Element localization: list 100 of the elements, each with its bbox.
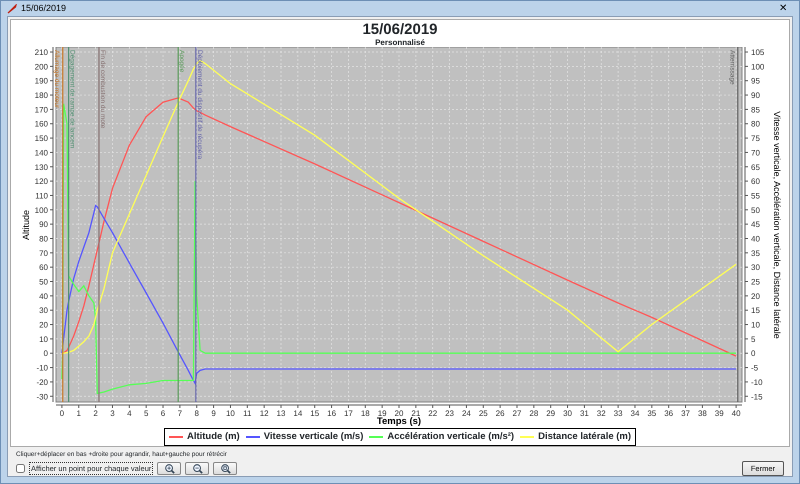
tick-label: 10 xyxy=(751,320,760,330)
tick-label: 5 xyxy=(144,409,148,418)
tick-label: 10 xyxy=(226,409,235,418)
tick-label: 20 xyxy=(39,320,48,330)
tick-label: 70 xyxy=(39,248,48,258)
tick-label: 11 xyxy=(243,409,252,418)
tick-label: -5 xyxy=(751,364,758,373)
chart-subtitle: Personnalisé xyxy=(375,38,425,47)
tick-label: 28 xyxy=(529,409,538,418)
tick-label: -30 xyxy=(36,392,48,402)
tick-label: 170 xyxy=(34,105,48,114)
legend-label: Accélération verticale (m/s²) xyxy=(387,430,514,444)
tick-label: 0 xyxy=(44,349,48,358)
tick-label: 12 xyxy=(260,409,269,418)
tick-label: 25 xyxy=(751,278,760,287)
close-button[interactable]: ✕ xyxy=(773,4,793,14)
tick-label: 8 xyxy=(194,409,199,418)
tick-label: 0 xyxy=(60,409,64,418)
tick-label: -15 xyxy=(751,392,763,402)
tick-label: 180 xyxy=(34,91,48,100)
tick-label: 110 xyxy=(35,191,48,200)
tick-label: 34 xyxy=(630,409,640,418)
axis-title: Temps (s) xyxy=(376,416,422,427)
tick-label: 26 xyxy=(496,409,505,418)
tick-label: 0 xyxy=(751,349,756,358)
tick-label: 45 xyxy=(751,220,760,230)
tick-label: 7 xyxy=(178,409,182,418)
tick-label: 85 xyxy=(751,105,760,114)
tick-label: 30 xyxy=(563,409,572,418)
tick-label: 40 xyxy=(39,292,48,301)
tick-label: 4 xyxy=(127,409,132,418)
tick-label: 200 xyxy=(34,62,48,72)
tick-label: 32 xyxy=(596,409,606,418)
legend-label: Vitesse verticale (m/s) xyxy=(264,430,364,444)
tick-label: 21 xyxy=(411,409,420,418)
tick-label: 30 xyxy=(751,263,760,272)
zoom-button[interactable] xyxy=(213,462,238,475)
window-title: 15/06/2019 xyxy=(21,2,66,15)
tick-label: 18 xyxy=(360,409,370,418)
tick-label: 19 xyxy=(378,409,387,418)
tick-label: 150 xyxy=(34,134,48,144)
tick-label: 1 xyxy=(76,409,81,418)
tick-label: 9 xyxy=(211,409,216,418)
tick-label: 120 xyxy=(34,177,48,186)
legend-label: Altitude (m) xyxy=(186,430,240,444)
axis-title: Altitude xyxy=(21,210,31,240)
tick-label: 160 xyxy=(34,120,48,129)
tick-label: 23 xyxy=(445,409,454,418)
tick-label: 35 xyxy=(751,248,760,258)
axis-title: Vitesse verticale, Accélération verticale, Distance latérale xyxy=(772,111,782,339)
tick-label: 16 xyxy=(327,409,336,418)
tick-label: 17 xyxy=(344,409,353,418)
tick-label: 27 xyxy=(512,409,522,418)
tick-label: 100 xyxy=(34,206,48,215)
tick-label: 40 xyxy=(751,234,760,244)
legend-label: Distance latérale (m) xyxy=(538,430,632,444)
tick-label: 80 xyxy=(751,120,760,129)
checkbox[interactable] xyxy=(16,464,25,473)
tick-label: 22 xyxy=(428,409,438,418)
tick-label: -10 xyxy=(751,378,763,387)
tick-label: 70 xyxy=(751,148,760,158)
tick-label: 95 xyxy=(751,76,760,86)
tick-label: 105 xyxy=(751,48,764,58)
tick-label: 5 xyxy=(751,334,756,344)
zoom-button[interactable] xyxy=(157,462,182,475)
tick-label: 80 xyxy=(39,234,48,244)
tick-label: 6 xyxy=(160,409,166,418)
tick-label: 2 xyxy=(93,409,98,418)
tick-label: 55 xyxy=(751,191,760,200)
tick-label: 14 xyxy=(293,409,302,418)
tick-label: 39 xyxy=(714,409,724,418)
tick-label: 15 xyxy=(751,306,760,316)
tick-label: 13 xyxy=(276,409,286,418)
tick-label: 20 xyxy=(751,292,760,301)
zoom-button[interactable] xyxy=(185,462,210,475)
magnifier-icon xyxy=(220,462,231,474)
tick-label: 15 xyxy=(310,409,320,418)
tick-label: 31 xyxy=(580,409,589,418)
tick-label: 36 xyxy=(664,409,674,418)
tick-label: 25 xyxy=(478,409,488,418)
tick-label: 100 xyxy=(751,62,764,72)
tick-label: 60 xyxy=(751,177,760,186)
tick-label: 90 xyxy=(39,220,48,230)
tick-label: 140 xyxy=(34,148,48,158)
tick-label: 29 xyxy=(546,409,556,418)
tick-label: 20 xyxy=(394,409,404,418)
tick-label: 33 xyxy=(614,409,623,418)
tick-label: 75 xyxy=(751,134,760,144)
tick-label: -20 xyxy=(36,378,48,387)
tick-label: 190 xyxy=(34,76,48,86)
tick-label: 35 xyxy=(647,409,656,418)
tick-label: 50 xyxy=(751,206,760,215)
tick-label: 65 xyxy=(751,162,760,172)
tick-label: 30 xyxy=(39,306,48,316)
tick-label: 130 xyxy=(34,162,48,172)
tick-label: 90 xyxy=(751,91,760,100)
tick-label: 60 xyxy=(39,263,48,272)
tick-label: 210 xyxy=(34,48,48,58)
tick-label: -10 xyxy=(36,364,48,373)
tick-label: 40 xyxy=(732,409,741,418)
